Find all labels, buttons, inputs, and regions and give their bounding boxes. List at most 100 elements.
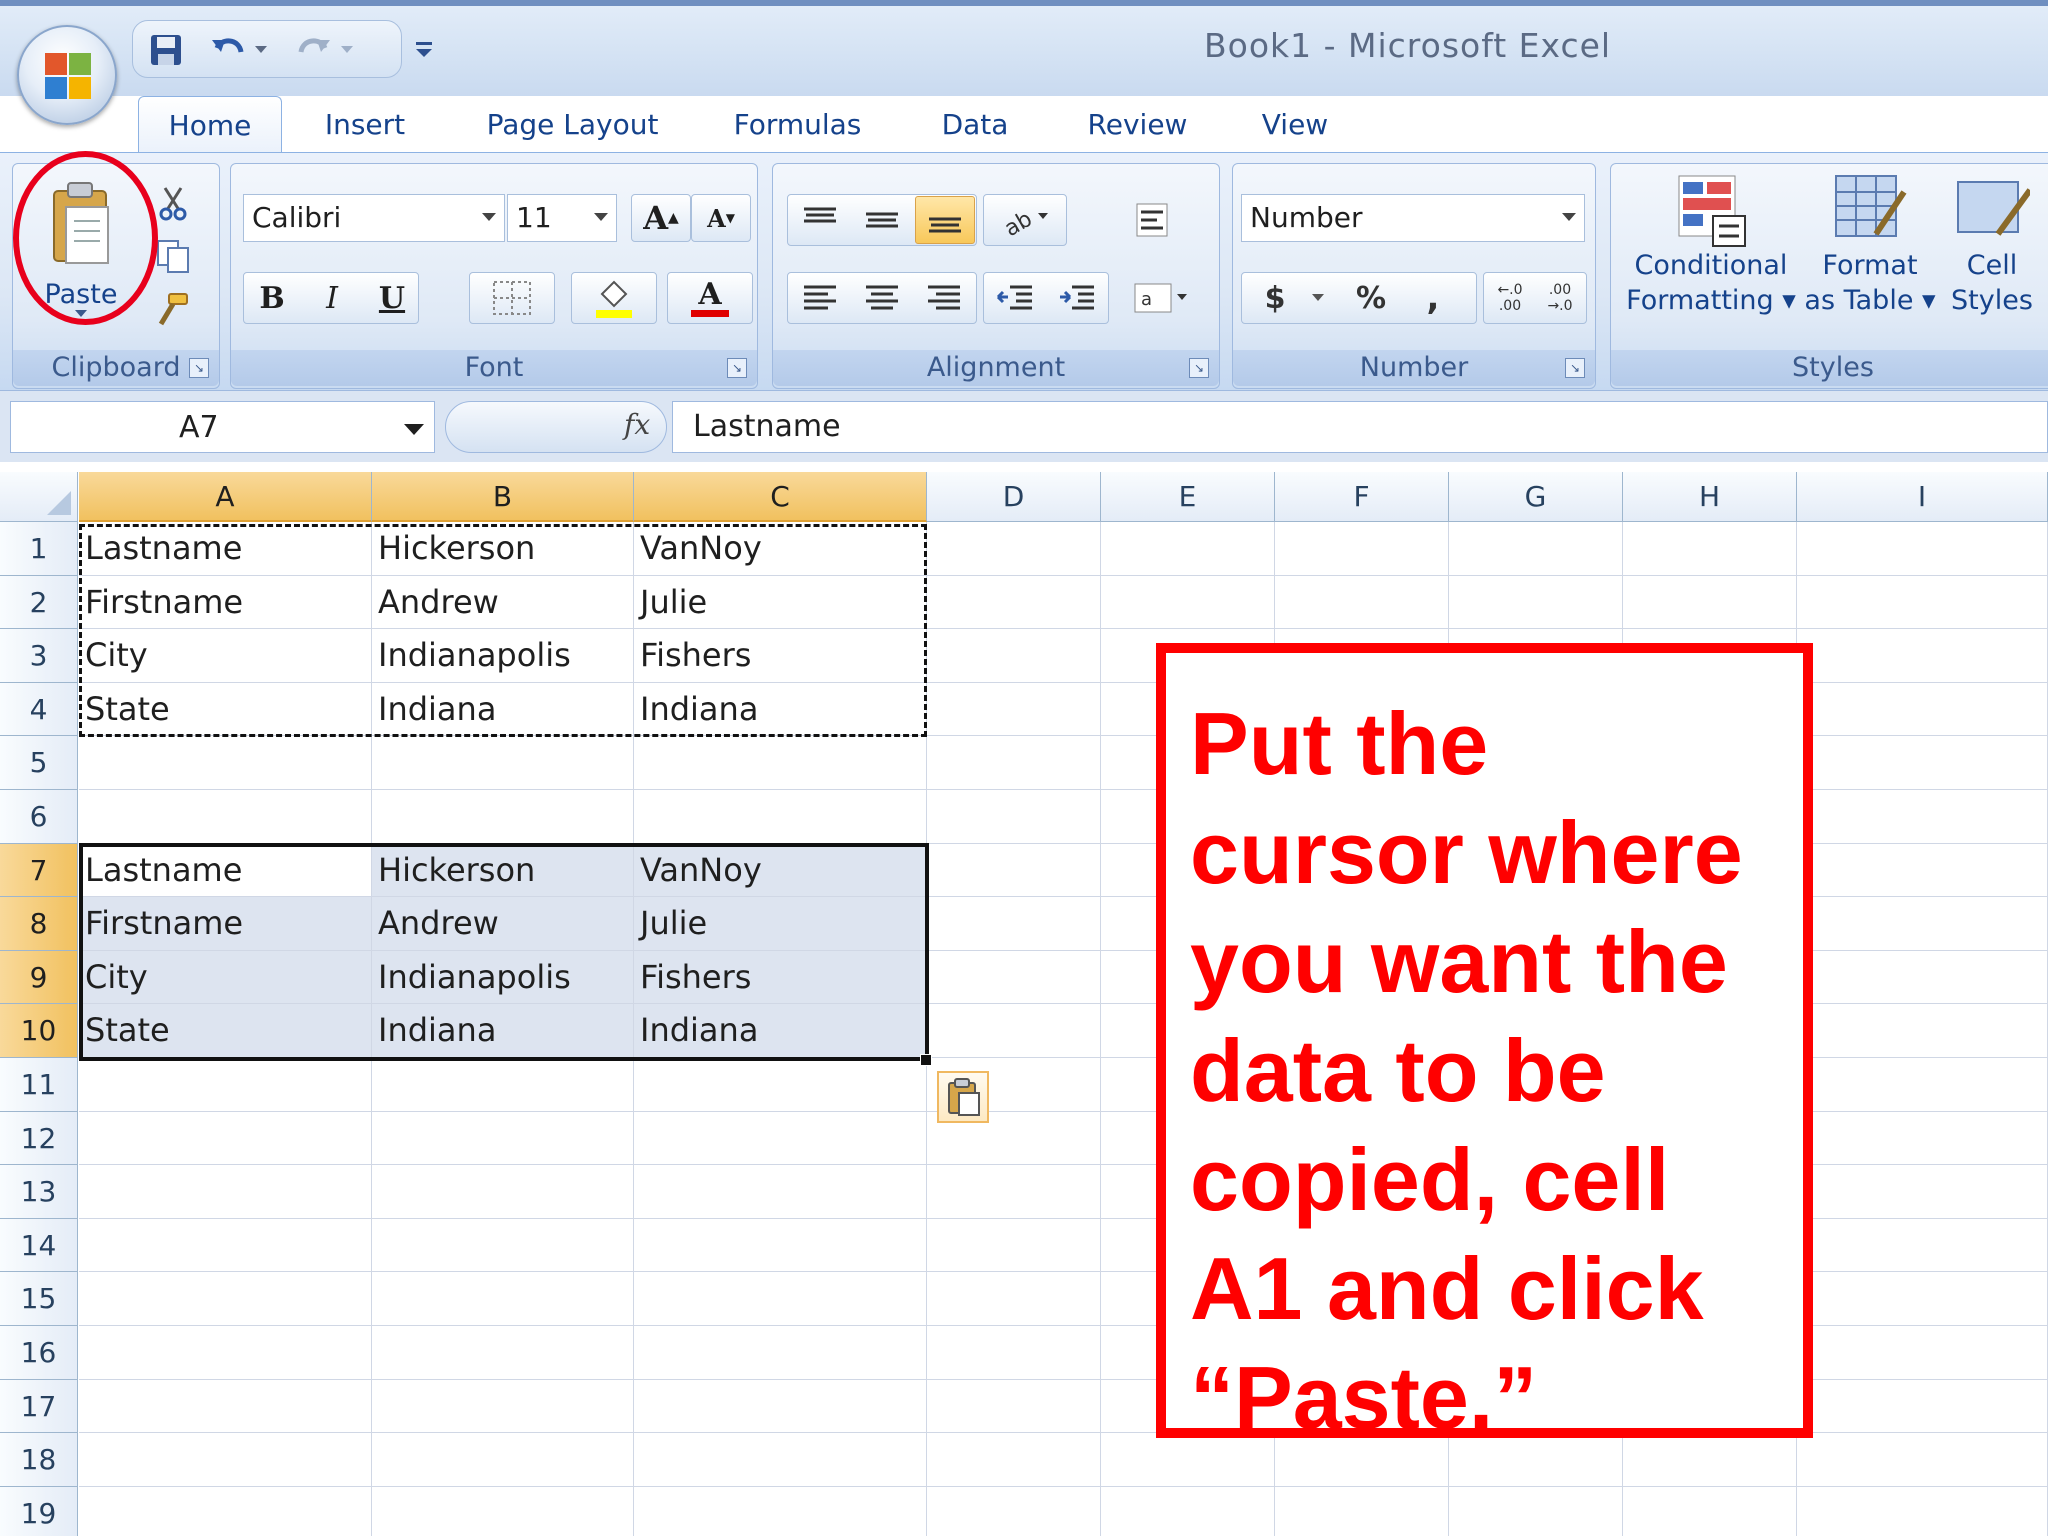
number-launcher-icon[interactable]: ↘: [1565, 358, 1585, 378]
cell-c8[interactable]: Julie: [634, 897, 927, 951]
cell-c2[interactable]: Julie: [634, 575, 927, 630]
font-name-combo[interactable]: Calibri: [243, 194, 505, 242]
font-color-button[interactable]: A: [667, 272, 753, 324]
cell-a13[interactable]: [79, 1165, 372, 1219]
redo-dropdown-icon[interactable]: [337, 31, 357, 69]
borders-button[interactable]: [469, 272, 555, 324]
paste-dropdown-icon[interactable]: [75, 309, 87, 318]
column-header-i[interactable]: I: [1797, 472, 2048, 522]
cell-a18[interactable]: [79, 1433, 372, 1487]
copy-icon[interactable]: [153, 236, 193, 276]
format-as-table-button[interactable]: Format as Table ▾: [1804, 166, 1936, 336]
cell-b14[interactable]: [372, 1218, 634, 1273]
cell-b17[interactable]: [372, 1379, 634, 1434]
cell-h1[interactable]: [1623, 522, 1797, 576]
cell-b7[interactable]: Hickerson: [372, 843, 634, 898]
cell-b15[interactable]: [372, 1272, 634, 1326]
formula-input[interactable]: Lastname: [672, 401, 2048, 453]
cell-f1[interactable]: [1275, 522, 1449, 576]
column-header-a[interactable]: A: [79, 472, 372, 522]
cut-icon[interactable]: [153, 184, 193, 224]
align-center-icon[interactable]: [853, 274, 911, 322]
cell-a2[interactable]: Firstname: [79, 575, 372, 630]
cell-i4[interactable]: [1797, 682, 2048, 737]
cell-g1[interactable]: [1449, 522, 1623, 576]
fill-color-button[interactable]: [571, 272, 657, 324]
column-header-e[interactable]: E: [1101, 472, 1275, 522]
format-painter-icon[interactable]: [153, 290, 193, 330]
row-header-2[interactable]: 2: [0, 575, 78, 630]
increase-decimal-button[interactable]: ←.0 .00: [1485, 274, 1535, 322]
cell-a15[interactable]: [79, 1272, 372, 1326]
cell-b6[interactable]: [372, 790, 634, 844]
cell-d1[interactable]: [927, 522, 1101, 576]
row-header-11[interactable]: 11: [0, 1058, 78, 1112]
align-right-icon[interactable]: [915, 274, 973, 322]
underline-button[interactable]: U: [367, 274, 417, 322]
cell-d16[interactable]: [927, 1326, 1101, 1380]
cell-c12[interactable]: [634, 1111, 927, 1166]
cell-i16[interactable]: [1797, 1326, 2048, 1380]
currency-dropdown-icon[interactable]: [1307, 274, 1329, 322]
customize-toolbar-icon[interactable]: [412, 36, 436, 60]
cell-i9[interactable]: [1797, 950, 2048, 1005]
tab-page-layout[interactable]: Page Layout: [470, 96, 675, 154]
cell-i18[interactable]: [1797, 1433, 2048, 1487]
cell-d19[interactable]: [927, 1486, 1101, 1536]
grow-font-button[interactable]: A ▲: [631, 194, 691, 242]
cell-c4[interactable]: Indiana: [634, 682, 927, 737]
cell-i8[interactable]: [1797, 897, 2048, 951]
cell-d15[interactable]: [927, 1272, 1101, 1326]
row-header-15[interactable]: 15: [0, 1272, 78, 1326]
currency-button[interactable]: $: [1245, 274, 1305, 322]
cell-b19[interactable]: [372, 1486, 634, 1536]
italic-button[interactable]: I: [307, 274, 357, 322]
tab-data[interactable]: Data: [925, 96, 1025, 154]
cell-i7[interactable]: [1797, 843, 2048, 898]
cell-d13[interactable]: [927, 1165, 1101, 1219]
cell-c17[interactable]: [634, 1379, 927, 1434]
increase-indent-icon[interactable]: [1049, 274, 1107, 322]
cell-c16[interactable]: [634, 1326, 927, 1380]
cell-i11[interactable]: [1797, 1058, 2048, 1112]
cell-a11[interactable]: [79, 1058, 372, 1112]
cell-c7[interactable]: VanNoy: [634, 843, 927, 898]
cell-d18[interactable]: [927, 1433, 1101, 1487]
merge-center-icon[interactable]: a: [1123, 272, 1199, 324]
tab-formulas[interactable]: Formulas: [720, 96, 875, 154]
row-header-9[interactable]: 9: [0, 950, 78, 1005]
tab-view[interactable]: View: [1245, 96, 1345, 154]
cell-a5[interactable]: [79, 736, 372, 790]
cell-c3[interactable]: Fishers: [634, 629, 927, 683]
column-header-f[interactable]: F: [1275, 472, 1449, 522]
cell-b12[interactable]: [372, 1111, 634, 1166]
cell-c14[interactable]: [634, 1218, 927, 1273]
cell-c5[interactable]: [634, 736, 927, 790]
cell-i5[interactable]: [1797, 736, 2048, 790]
alignment-launcher-icon[interactable]: ↘: [1189, 358, 1209, 378]
cell-e1[interactable]: [1101, 522, 1275, 576]
office-button[interactable]: [17, 25, 117, 125]
cell-i14[interactable]: [1797, 1218, 2048, 1273]
font-launcher-icon[interactable]: ↘: [727, 358, 747, 378]
cell-a7[interactable]: Lastname: [79, 843, 372, 898]
align-left-icon[interactable]: [791, 274, 849, 322]
cell-b18[interactable]: [372, 1433, 634, 1487]
cell-g2[interactable]: [1449, 575, 1623, 630]
cell-d14[interactable]: [927, 1218, 1101, 1273]
cell-a9[interactable]: City: [79, 950, 372, 1005]
cell-d4[interactable]: [927, 682, 1101, 737]
cell-h2[interactable]: [1623, 575, 1797, 630]
row-header-18[interactable]: 18: [0, 1433, 78, 1487]
cell-c9[interactable]: Fishers: [634, 950, 927, 1005]
cell-f2[interactable]: [1275, 575, 1449, 630]
cell-i2[interactable]: [1797, 575, 2048, 630]
cell-b5[interactable]: [372, 736, 634, 790]
cell-i1[interactable]: [1797, 522, 2048, 576]
align-bottom-icon[interactable]: [915, 196, 975, 244]
cell-d3[interactable]: [927, 629, 1101, 683]
cell-i13[interactable]: [1797, 1165, 2048, 1219]
row-header-10[interactable]: 10: [0, 1004, 78, 1058]
row-header-12[interactable]: 12: [0, 1111, 78, 1166]
undo-icon[interactable]: [209, 31, 249, 69]
